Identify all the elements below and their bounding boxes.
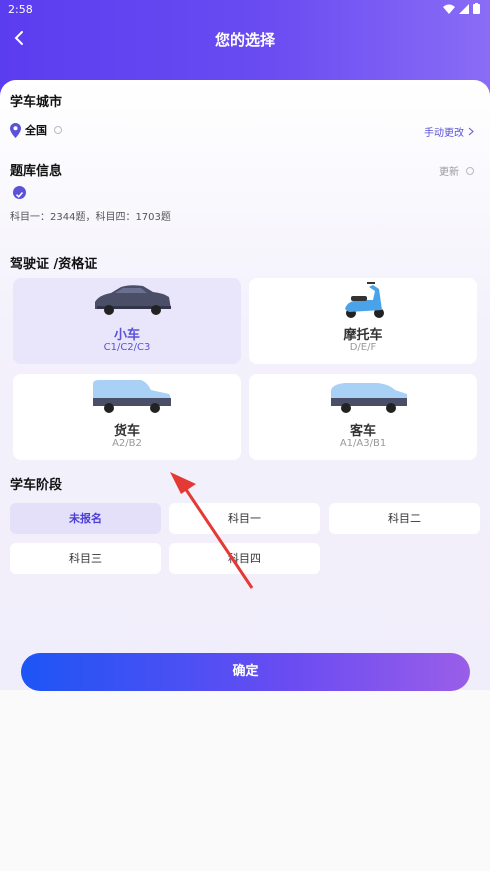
signal-icon (459, 3, 469, 14)
status-icons (443, 3, 480, 14)
page-title: 您的选择 (214, 31, 275, 49)
city-section-title: 学车城市 (10, 95, 63, 110)
license-section-title: 驾驶证 /资格证 (10, 257, 98, 272)
question-bank-title: 题库信息 (10, 164, 63, 179)
license-card-codes: D/E/F (349, 342, 377, 353)
manual-change-label: 手动更改 (424, 128, 464, 139)
check-icon (13, 186, 26, 199)
confirm-button[interactable]: 确定 (21, 653, 470, 691)
status-bar: 2:58 (0, 0, 490, 20)
city-selector[interactable]: 全国 (10, 122, 62, 138)
license-card-name: 货车 (113, 424, 140, 439)
chevron-right-icon (468, 127, 474, 136)
status-time: 2:58 (8, 3, 33, 16)
stage-section-title: 学车阶段 (10, 478, 63, 493)
bus-icon (331, 383, 407, 413)
stage-option[interactable]: 科目二 (329, 503, 480, 534)
license-card-bus[interactable]: 客车 A1/A3/B1 (249, 374, 477, 460)
car-icon (95, 285, 171, 315)
stage-option[interactable]: 未报名 (10, 503, 161, 534)
license-card-name: 小车 (113, 328, 140, 343)
manual-change-link[interactable]: 手动更改 (424, 124, 474, 139)
motorcycle-icon (345, 282, 384, 318)
city-radio-icon (54, 126, 62, 134)
stage-option[interactable]: 科目一 (169, 503, 320, 534)
question-bank-info: 科目一：2344题，科目四：1703题 (10, 212, 171, 223)
update-link[interactable]: 更新 (439, 163, 474, 178)
truck-icon (93, 380, 171, 413)
license-card-car[interactable]: 小车 C1/C2/C3 (13, 278, 241, 364)
license-card-codes: A2/B2 (112, 438, 142, 449)
city-value: 全国 (25, 124, 47, 137)
license-card-name: 客车 (349, 424, 376, 439)
license-card-name: 摩托车 (343, 328, 383, 343)
license-card-codes: A1/A3/B1 (339, 438, 387, 449)
battery-icon (473, 3, 480, 14)
wifi-icon (443, 4, 455, 14)
stage-option[interactable]: 科目四 (169, 543, 320, 574)
refresh-icon (466, 166, 474, 175)
license-card-truck[interactable]: 货车 A2/B2 (13, 374, 241, 460)
navbar: 您的选择 (0, 20, 490, 58)
update-label: 更新 (439, 167, 459, 178)
license-card-motorcycle[interactable]: 摩托车 D/E/F (249, 278, 477, 364)
stage-option[interactable]: 科目三 (10, 543, 161, 574)
location-pin-icon (10, 122, 21, 138)
license-card-codes: C1/C2/C3 (103, 342, 151, 353)
bottom-area (0, 690, 490, 871)
